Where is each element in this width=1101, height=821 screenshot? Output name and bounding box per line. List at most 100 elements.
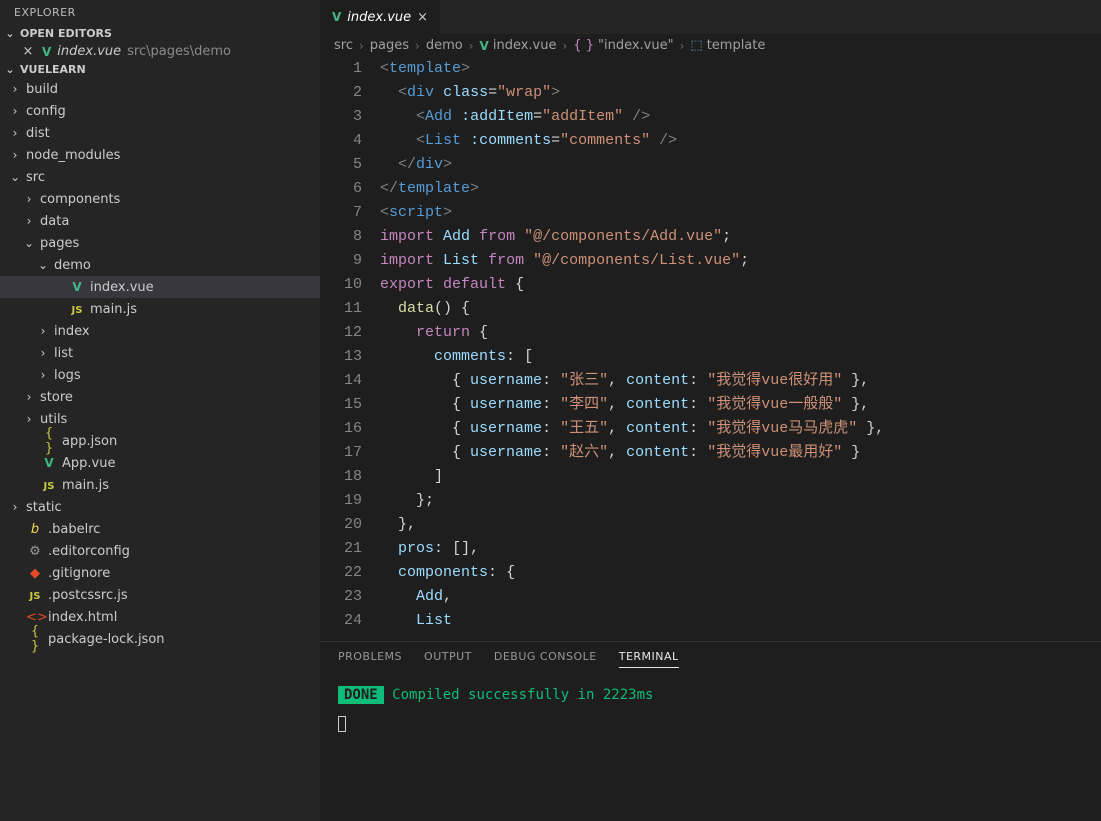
tree-item-label: .postcssrc.js (48, 588, 128, 603)
tree-item-label: pages (40, 236, 79, 251)
file-tree: ›build›config›dist›node_modules⌄src›comp… (0, 78, 320, 650)
code-editor[interactable]: 123456789101112131415161718192021222324 … (320, 57, 1101, 641)
tree-item-label: .editorconfig (48, 544, 130, 559)
close-icon[interactable]: × (20, 44, 36, 59)
folder-item[interactable]: ›static (0, 496, 320, 518)
open-editor-filename: index.vue (57, 44, 121, 59)
folder-item[interactable]: › store (0, 386, 320, 408)
vue-icon: V (480, 39, 489, 53)
babel-icon: b (26, 522, 44, 537)
json-icon: { } (40, 426, 58, 456)
open-editor-path: src\pages\demo (127, 44, 231, 59)
chevron-down-icon: ⌄ (4, 27, 16, 40)
folder-item[interactable]: ›list (0, 342, 320, 364)
js-icon: JS (68, 302, 86, 317)
editor-area: V index.vue × src › pages › demo › Vinde… (320, 0, 1101, 821)
code-content[interactable]: <template> <div class="wrap"> <Add :addI… (380, 57, 1101, 641)
folder-item[interactable]: › node_modules (0, 144, 320, 166)
braces-icon: { } (573, 38, 594, 53)
terminal-output[interactable]: DONE Compiled successfully in 2223ms (320, 676, 1101, 821)
panel-tab-output[interactable]: OUTPUT (424, 650, 472, 668)
file-item[interactable]: ◆.gitignore (0, 562, 320, 584)
chevron-right-icon: › (8, 82, 22, 96)
tree-item-label: config (26, 104, 66, 119)
file-item[interactable]: ⚙.editorconfig (0, 540, 320, 562)
panel-tab-terminal[interactable]: TERMINAL (619, 650, 679, 668)
folder-item[interactable]: ⌄pages (0, 232, 320, 254)
panel-tab-debug-console[interactable]: DEBUG CONSOLE (494, 650, 597, 668)
tree-item-label: main.js (90, 302, 137, 317)
breadcrumb[interactable]: src › pages › demo › Vindex.vue › { }"in… (320, 34, 1101, 57)
file-item[interactable]: JS main.js (0, 298, 320, 320)
terminal-cursor (338, 716, 346, 732)
file-item[interactable]: JS.postcssrc.js (0, 584, 320, 606)
chevron-right-icon: › (359, 39, 364, 53)
file-item[interactable]: b .babelrc (0, 518, 320, 540)
tree-item-label: main.js (62, 478, 109, 493)
symbol-icon: ⬚ (690, 38, 702, 53)
file-item[interactable]: { }package-lock.json (0, 628, 320, 650)
tree-item-label: static (26, 500, 62, 515)
vue-icon: V (68, 280, 86, 295)
tree-item-label: utils (40, 412, 67, 427)
open-editors-header[interactable]: ⌄ OPEN EDITORS (0, 25, 320, 42)
chevron-right-icon: › (415, 39, 420, 53)
chevron-right-icon: › (36, 368, 50, 382)
vue-icon: V (42, 45, 51, 59)
explorer-title: EXPLORER (0, 0, 320, 25)
breadcrumb-item[interactable]: demo (426, 38, 463, 53)
chevron-down-icon: ⌄ (4, 63, 16, 76)
tree-item-label: dist (26, 126, 50, 141)
folder-item[interactable]: ›logs (0, 364, 320, 386)
tree-item-label: node_modules (26, 148, 120, 163)
editor-tabs: V index.vue × (320, 0, 1101, 34)
html-icon: <> (26, 610, 44, 625)
tree-item-label: demo (54, 258, 91, 273)
chevron-right-icon: › (36, 346, 50, 360)
folder-item[interactable]: ›build (0, 78, 320, 100)
project-name: VUELEARN (20, 63, 86, 76)
file-item[interactable]: { }app.json (0, 430, 320, 452)
tree-item-label: src (26, 170, 45, 185)
tree-item-label: .babelrc (48, 522, 100, 537)
folder-item[interactable]: ›index (0, 320, 320, 342)
editor-tab[interactable]: V index.vue × (320, 0, 441, 34)
tree-item-label: app.json (62, 434, 117, 449)
chevron-right-icon: › (22, 390, 36, 404)
breadcrumb-item[interactable]: Vindex.vue (480, 38, 557, 53)
file-item[interactable]: <> index.html (0, 606, 320, 628)
panel-tab-problems[interactable]: PROBLEMS (338, 650, 402, 668)
breadcrumb-item[interactable]: { }"index.vue" (573, 38, 673, 53)
file-item[interactable]: VApp.vue (0, 452, 320, 474)
close-icon[interactable]: × (417, 10, 428, 25)
folder-item[interactable]: ⌄demo (0, 254, 320, 276)
chevron-right-icon: › (36, 324, 50, 338)
done-badge: DONE (338, 686, 384, 704)
chevron-right-icon: › (22, 192, 36, 206)
explorer-sidebar: EXPLORER ⌄ OPEN EDITORS × V index.vue sr… (0, 0, 320, 821)
file-item[interactable]: Vindex.vue (0, 276, 320, 298)
tree-item-label: data (40, 214, 69, 229)
folder-item[interactable]: ›data (0, 210, 320, 232)
breadcrumb-item[interactable]: ⬚template (690, 38, 765, 53)
project-header[interactable]: ⌄ VUELEARN (0, 61, 320, 78)
compile-message: Compiled successfully in 2223ms (392, 687, 653, 703)
file-item[interactable]: JSmain.js (0, 474, 320, 496)
breadcrumb-item[interactable]: src (334, 38, 353, 53)
folder-item[interactable]: ›dist (0, 122, 320, 144)
folder-item[interactable]: ⌄src (0, 166, 320, 188)
open-editor-item[interactable]: × V index.vue src\pages\demo (0, 42, 320, 61)
open-editors-label: OPEN EDITORS (20, 27, 112, 40)
chevron-right-icon: › (469, 39, 474, 53)
tree-item-label: package-lock.json (48, 632, 165, 647)
tree-item-label: App.vue (62, 456, 115, 471)
chevron-right-icon: › (8, 148, 22, 162)
breadcrumb-item[interactable]: pages (370, 38, 409, 53)
folder-item[interactable]: ›config (0, 100, 320, 122)
tree-item-label: index.html (48, 610, 117, 625)
tree-item-label: store (40, 390, 73, 405)
chevron-right-icon: › (22, 412, 36, 426)
tree-item-label: index.vue (90, 280, 154, 295)
bottom-panel: PROBLEMS OUTPUT DEBUG CONSOLE TERMINAL DONE… (320, 641, 1101, 821)
folder-item[interactable]: ›components (0, 188, 320, 210)
